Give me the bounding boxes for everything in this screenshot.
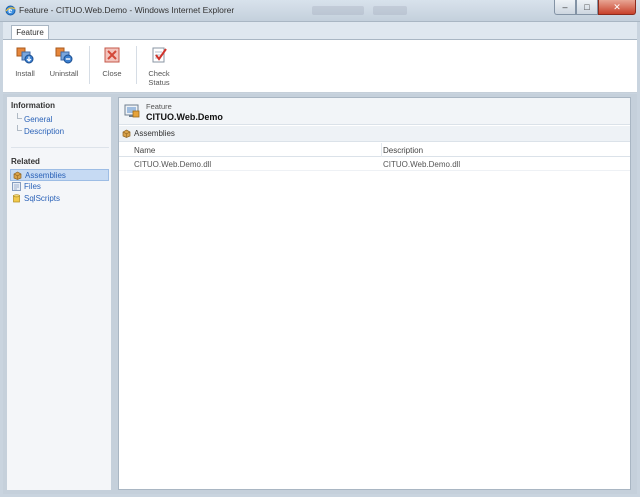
close-icon <box>104 47 120 63</box>
sidebar-item-sqlscripts[interactable]: SqlScripts <box>10 193 116 205</box>
window-titlebar[interactable]: e Feature - CITUO.Web.Demo - Windows Int… <box>0 0 640 22</box>
maximize-icon: □ <box>584 2 590 12</box>
check-status-label-line2: Status <box>148 78 170 87</box>
install-label: Install <box>15 69 35 78</box>
related-heading: Related <box>11 157 40 166</box>
feature-icon <box>124 104 140 118</box>
window-title: Feature - CITUO.Web.Demo - Windows Inter… <box>19 5 235 15</box>
titlebar-blur-1 <box>312 6 364 15</box>
sidebar-item-files[interactable]: Files <box>10 181 116 193</box>
file-icon <box>12 182 21 191</box>
column-divider[interactable] <box>381 143 382 157</box>
titlebar-blur-2 <box>373 6 407 15</box>
install-button[interactable]: Install <box>11 46 39 78</box>
maximize-button[interactable]: □ <box>576 0 598 15</box>
ribbon-separator <box>136 46 137 84</box>
ribbon: Install Uninstall Close Check Status <box>3 39 637 93</box>
entity-type: Feature <box>146 102 172 111</box>
sidebar-item-label: SqlScripts <box>24 194 61 203</box>
database-icon <box>13 194 20 203</box>
sidebar-item-assemblies[interactable]: Assemblies <box>10 169 109 181</box>
entity-name: CITUO.Web.Demo <box>146 112 223 122</box>
uninstall-label: Uninstall <box>49 69 79 78</box>
section-title: Assemblies <box>134 129 175 138</box>
close-window-icon: ✕ <box>613 1 621 12</box>
section-header: Assemblies <box>119 126 630 142</box>
cell-description: CITUO.Web.Demo.dll <box>383 160 461 169</box>
minimize-button[interactable]: – <box>554 0 576 15</box>
sidebar-link-description[interactable]: Description <box>24 127 64 136</box>
tree-connector <box>17 125 22 131</box>
entity-header: Feature CITUO.Web.Demo <box>119 98 630 125</box>
information-heading: Information <box>11 101 55 110</box>
close-label: Close <box>102 69 122 78</box>
internet-explorer-icon: e <box>5 5 16 16</box>
sidebar-link-general[interactable]: General <box>24 115 52 124</box>
ribbon-tabstrip: Feature <box>3 22 637 41</box>
check-status-button[interactable]: Check Status <box>144 46 174 87</box>
sidebar-divider <box>11 147 109 148</box>
check-status-label-line1: Check <box>148 69 170 78</box>
uninstall-icon <box>55 47 73 64</box>
tree-connector <box>17 113 22 119</box>
svg-text:e: e <box>8 8 12 15</box>
table-row[interactable]: CITUO.Web.Demo.dll CITUO.Web.Demo.dll <box>119 158 630 171</box>
assembly-icon <box>122 129 131 138</box>
minimize-icon: – <box>562 2 568 12</box>
install-icon <box>16 47 34 64</box>
close-window-button[interactable]: ✕ <box>598 0 636 15</box>
sidebar-item-label: Assemblies <box>25 171 66 180</box>
ribbon-separator <box>89 46 90 84</box>
main-content: Feature CITUO.Web.Demo Assemblies Name D… <box>118 97 631 490</box>
column-header-name[interactable]: Name <box>134 146 155 155</box>
uninstall-button[interactable]: Uninstall <box>48 46 80 78</box>
window-controls: – □ ✕ <box>554 0 636 18</box>
check-status-icon <box>152 47 167 63</box>
assembly-icon <box>13 171 22 180</box>
cell-name: CITUO.Web.Demo.dll <box>134 160 212 169</box>
close-button[interactable]: Close <box>99 46 125 78</box>
table-header: Name Description <box>119 143 630 157</box>
sidebar-item-label: Files <box>24 182 41 191</box>
sidebar: Information General Description Related … <box>7 97 111 490</box>
column-header-description[interactable]: Description <box>383 146 423 155</box>
